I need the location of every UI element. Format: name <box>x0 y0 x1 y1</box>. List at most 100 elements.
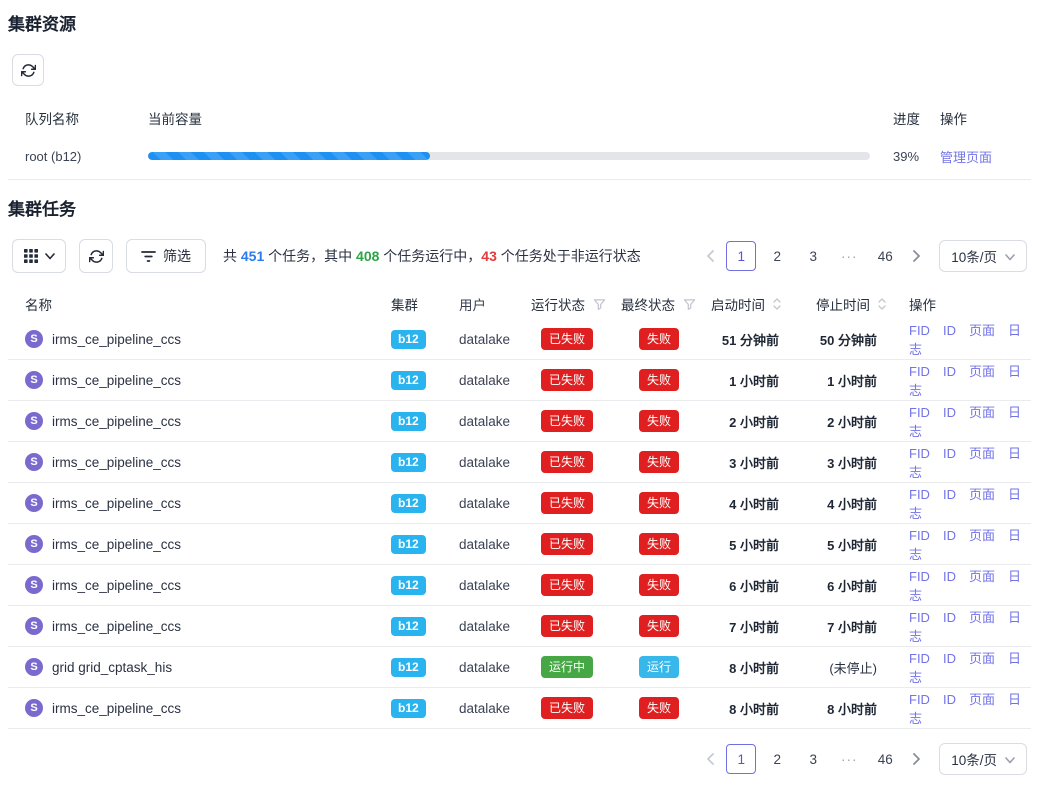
page-link[interactable]: 页面 <box>969 405 995 420</box>
run-status-badge: 运行中 <box>541 656 593 678</box>
run-status-badge: 已失败 <box>541 328 593 350</box>
id-link[interactable]: ID <box>943 487 956 502</box>
page-link[interactable]: 页面 <box>969 323 995 338</box>
task-type-avatar: S <box>25 699 43 717</box>
fid-link[interactable]: FID <box>909 569 930 584</box>
fid-link[interactable]: FID <box>909 528 930 543</box>
col-header-progress: 进度 <box>880 108 940 128</box>
pagination-top: 1 2 3 ··· 46 10条/页 <box>697 240 1027 272</box>
user-name: datalake <box>451 496 531 511</box>
task-type-avatar: S <box>25 617 43 635</box>
run-status-badge: 已失败 <box>541 533 593 555</box>
page-link[interactable]: 页面 <box>969 692 995 707</box>
prev-page-icon[interactable] <box>697 241 723 271</box>
final-status-badge: 运行 <box>639 656 679 678</box>
id-link[interactable]: ID <box>943 364 956 379</box>
id-link[interactable]: ID <box>943 569 956 584</box>
task-type-avatar: S <box>25 371 43 389</box>
column-settings-button[interactable] <box>12 239 66 273</box>
user-name: datalake <box>451 701 531 716</box>
stop-time: 7 小时前 <box>827 620 877 635</box>
page-link[interactable]: 页面 <box>969 569 995 584</box>
page-link[interactable]: 页面 <box>969 610 995 625</box>
id-link[interactable]: ID <box>943 405 956 420</box>
table-row: S irms_ce_pipeline_ccs b12 datalake 已失败 … <box>8 688 1031 729</box>
fid-link[interactable]: FID <box>909 323 930 338</box>
page-ellipsis[interactable]: ··· <box>834 744 864 774</box>
cluster-tag: b12 <box>391 453 426 472</box>
next-page-icon[interactable] <box>903 744 929 774</box>
id-link[interactable]: ID <box>943 610 956 625</box>
stop-time: (未停止) <box>829 661 877 676</box>
start-time: 8 小时前 <box>729 702 779 717</box>
table-row: S irms_ce_pipeline_ccs b12 datalake 已失败 … <box>8 319 1031 360</box>
page-button-3[interactable]: 3 <box>798 744 828 774</box>
task-type-avatar: S <box>25 658 43 676</box>
fid-link[interactable]: FID <box>909 364 930 379</box>
table-row: S irms_ce_pipeline_ccs b12 datalake 已失败 … <box>8 360 1031 401</box>
fid-link[interactable]: FID <box>909 446 930 461</box>
page-button-3[interactable]: 3 <box>798 241 828 271</box>
page-size-select[interactable]: 10条/页 <box>939 743 1027 775</box>
col-header-run-status-label: 运行状态 <box>531 294 585 314</box>
page-ellipsis[interactable]: ··· <box>834 241 864 271</box>
fid-link[interactable]: FID <box>909 405 930 420</box>
prev-page-icon[interactable] <box>697 744 723 774</box>
page-link[interactable]: 页面 <box>969 446 995 461</box>
filter-funnel-icon[interactable] <box>593 298 606 311</box>
page-link[interactable]: 页面 <box>969 528 995 543</box>
id-link[interactable]: ID <box>943 446 956 461</box>
task-name: irms_ce_pipeline_ccs <box>52 619 181 634</box>
fid-link[interactable]: FID <box>909 692 930 707</box>
id-link[interactable]: ID <box>943 651 956 666</box>
stop-time: 8 小时前 <box>827 702 877 717</box>
fid-link[interactable]: FID <box>909 610 930 625</box>
page-button-46[interactable]: 46 <box>870 241 900 271</box>
filter-button[interactable]: 筛选 <box>126 239 206 273</box>
manage-page-link[interactable]: 管理页面 <box>940 150 992 165</box>
page-link[interactable]: 页面 <box>969 651 995 666</box>
run-status-badge: 已失败 <box>541 369 593 391</box>
id-link[interactable]: ID <box>943 323 956 338</box>
summary-segment: 个任务处于非运行状态 <box>497 248 641 264</box>
table-row: S irms_ce_pipeline_ccs b12 datalake 已失败 … <box>8 401 1031 442</box>
page-button-46[interactable]: 46 <box>870 744 900 774</box>
page-link[interactable]: 页面 <box>969 364 995 379</box>
sorter-icon[interactable] <box>878 298 886 310</box>
filter-funnel-icon[interactable] <box>683 298 696 311</box>
tasks-table: 名称 集群 用户 运行状态 最终状态 启动时间 停止时间 操作 <box>8 289 1031 729</box>
page-size-select[interactable]: 10条/页 <box>939 240 1027 272</box>
fid-link[interactable]: FID <box>909 487 930 502</box>
capacity-progress-bar <box>148 152 870 160</box>
resources-refresh-button[interactable] <box>12 54 44 86</box>
final-status-badge: 失败 <box>639 697 679 719</box>
user-name: datalake <box>451 455 531 470</box>
run-status-badge: 已失败 <box>541 615 593 637</box>
col-header-run-status: 运行状态 <box>531 294 621 314</box>
final-status-badge: 失败 <box>639 615 679 637</box>
page-link[interactable]: 页面 <box>969 487 995 502</box>
page-button-2[interactable]: 2 <box>762 241 792 271</box>
resources-table: 队列名称 当前容量 进度 操作 root (b12) 39% 管理页面 <box>8 103 1031 180</box>
summary-segment: 个任务，其中 <box>264 248 356 264</box>
id-link[interactable]: ID <box>943 528 956 543</box>
user-name: datalake <box>451 619 531 634</box>
cluster-tag: b12 <box>391 494 426 513</box>
stop-time: 50 分钟前 <box>820 333 877 348</box>
summary-nonrunning-count: 43 <box>481 248 497 264</box>
next-page-icon[interactable] <box>903 241 929 271</box>
sorter-icon[interactable] <box>773 298 781 310</box>
page-button-2[interactable]: 2 <box>762 744 792 774</box>
fid-link[interactable]: FID <box>909 651 930 666</box>
summary-running-count: 408 <box>356 248 379 264</box>
summary-total-count: 451 <box>241 248 264 264</box>
run-status-badge: 已失败 <box>541 410 593 432</box>
cluster-resources-title: 集群资源 <box>8 14 1039 36</box>
tasks-refresh-button[interactable] <box>79 239 113 273</box>
page-button-1[interactable]: 1 <box>726 241 756 271</box>
page-button-1[interactable]: 1 <box>726 744 756 774</box>
col-header-name: 名称 <box>25 294 386 314</box>
id-link[interactable]: ID <box>943 692 956 707</box>
resources-table-header: 队列名称 当前容量 进度 操作 <box>8 103 1031 133</box>
chevron-down-icon <box>1005 249 1015 264</box>
